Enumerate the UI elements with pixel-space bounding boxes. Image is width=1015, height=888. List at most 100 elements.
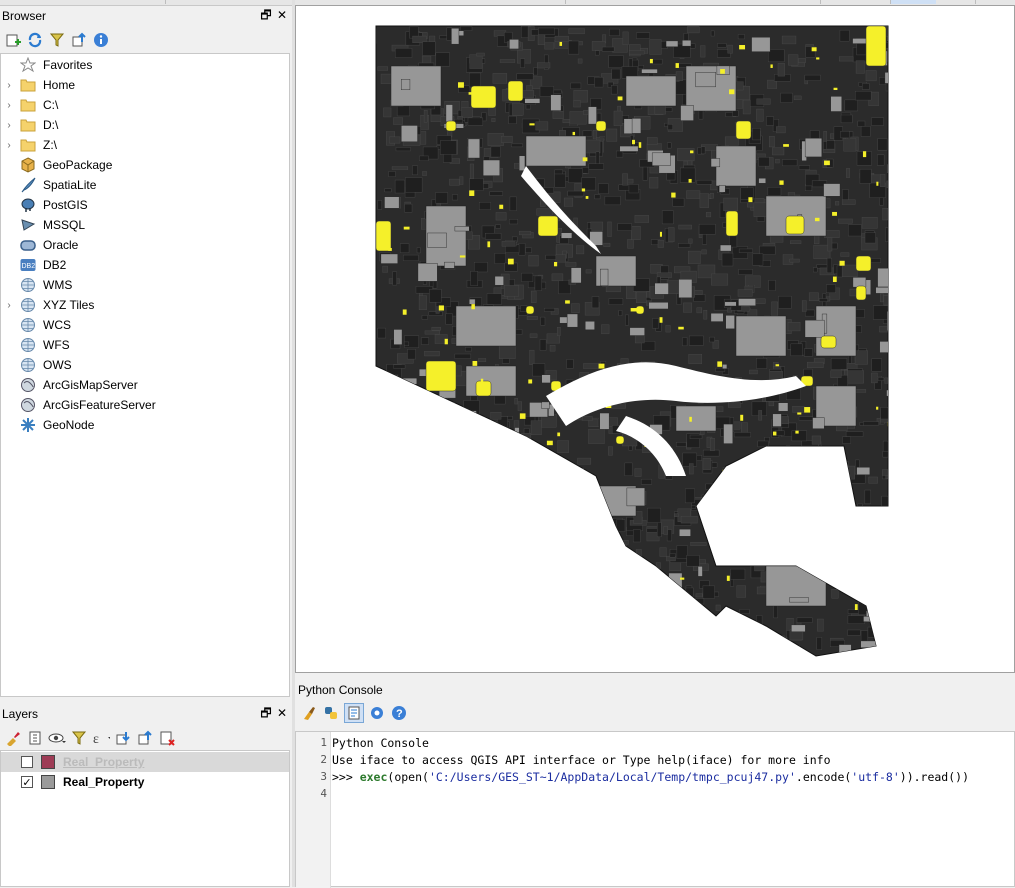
- highlighted-parcel: [581, 188, 586, 192]
- parcel: [627, 239, 634, 249]
- browser-item[interactable]: WFS: [1, 335, 289, 355]
- refresh-icon[interactable]: [26, 31, 44, 49]
- parcel: [399, 387, 411, 397]
- remove-layer-icon[interactable]: [158, 729, 176, 747]
- filter-legend-icon[interactable]: [70, 729, 88, 747]
- layers-title-label: Layers: [2, 707, 39, 721]
- layer-symbol-swatch[interactable]: [41, 775, 55, 789]
- browser-item[interactable]: DB2 DB2: [1, 255, 289, 275]
- browser-item[interactable]: › Z:\: [1, 135, 289, 155]
- clear-console-icon[interactable]: [300, 704, 318, 722]
- show-editor-icon[interactable]: [344, 703, 364, 723]
- expand-arrow-icon[interactable]: ›: [5, 300, 13, 311]
- parcel: [689, 434, 703, 439]
- browser-item[interactable]: ArcGisFeatureServer: [1, 395, 289, 415]
- parcel: [636, 32, 650, 39]
- parcel: [549, 476, 562, 487]
- line-number: 1: [320, 736, 327, 749]
- parcel: [523, 584, 539, 598]
- parcel: [494, 276, 504, 286]
- filter-by-expression-icon[interactable]: ε: [92, 729, 110, 747]
- spatialite-feather-icon: [19, 176, 37, 194]
- parcel: [763, 481, 772, 494]
- highlighted-parcel: [811, 47, 817, 52]
- collapse-all-icon[interactable]: [70, 31, 88, 49]
- parcel: [772, 649, 781, 656]
- browser-item[interactable]: WMS: [1, 275, 289, 295]
- code-string-path: 'C:/Users/GES_ST~1/AppData/Local/Temp/tm…: [428, 769, 796, 784]
- parcel: [385, 652, 390, 656]
- layer-symbol-swatch[interactable]: [41, 755, 55, 769]
- parcel: [474, 262, 488, 273]
- browser-item[interactable]: SpatiaLite: [1, 175, 289, 195]
- help-icon[interactable]: ?: [390, 704, 408, 722]
- open-layer-styling-icon[interactable]: [4, 729, 22, 747]
- float-panel-button[interactable]: 🗗: [260, 8, 272, 22]
- parcel: [865, 578, 877, 593]
- parcel: [551, 273, 564, 282]
- browser-item[interactable]: GeoNode: [1, 415, 289, 435]
- browser-item[interactable]: WCS: [1, 315, 289, 335]
- python-console-editor[interactable]: 1 Python Console 2 Use iface to access Q…: [295, 731, 1015, 888]
- browser-item[interactable]: › C:\: [1, 95, 289, 115]
- expand-arrow-icon[interactable]: ›: [5, 80, 13, 91]
- parcel: [723, 423, 733, 444]
- map-canvas[interactable]: [295, 5, 1015, 673]
- expand-all-icon[interactable]: [114, 729, 132, 747]
- close-panel-button[interactable]: ✕: [276, 706, 288, 720]
- browser-item[interactable]: › XYZ Tiles: [1, 295, 289, 315]
- parcel: [504, 520, 513, 533]
- expand-arrow-icon[interactable]: ›: [5, 120, 13, 131]
- float-panel-button[interactable]: 🗗: [260, 706, 272, 720]
- parcel: [770, 459, 775, 472]
- browser-item[interactable]: PostGIS: [1, 195, 289, 215]
- info-icon[interactable]: [92, 31, 110, 49]
- parcel: [880, 293, 884, 303]
- highlighted-parcel: [659, 231, 662, 237]
- parcel: [478, 605, 489, 618]
- parcel: [812, 267, 818, 273]
- highlighted-parcel: [824, 160, 830, 166]
- expand-arrow-icon[interactable]: ›: [5, 140, 13, 151]
- layer-row[interactable]: Real_Property: [1, 752, 289, 772]
- close-panel-button[interactable]: ✕: [276, 8, 288, 22]
- expand-arrow-icon[interactable]: ›: [5, 100, 13, 111]
- parcel: [520, 58, 525, 68]
- add-selected-layers-icon[interactable]: [4, 31, 22, 49]
- parcel: [871, 372, 878, 384]
- parcel: [696, 307, 703, 314]
- parcel: [799, 523, 806, 528]
- layer-visibility-checkbox[interactable]: [21, 756, 33, 768]
- parcel: [678, 279, 693, 298]
- line-number: 4: [320, 787, 327, 800]
- manage-visibility-icon[interactable]: [48, 729, 66, 747]
- import-class-icon[interactable]: [322, 704, 340, 722]
- parcel: [481, 495, 499, 508]
- browser-item[interactable]: MSSQL: [1, 215, 289, 235]
- collapse-all-icon[interactable]: [136, 729, 154, 747]
- parcel: [669, 561, 682, 572]
- parcel: [735, 519, 742, 535]
- browser-item[interactable]: › D:\: [1, 115, 289, 135]
- parcel: [611, 68, 621, 80]
- parcel: [558, 529, 575, 542]
- browser-item[interactable]: Favorites: [1, 55, 289, 75]
- settings-gear-icon[interactable]: [368, 704, 386, 722]
- parcel: [687, 26, 700, 34]
- browser-item[interactable]: Oracle: [1, 235, 289, 255]
- browser-item[interactable]: › Home: [1, 75, 289, 95]
- layer-visibility-checkbox[interactable]: ✓: [21, 776, 33, 789]
- browser-item[interactable]: GeoPackage: [1, 155, 289, 175]
- parcel: [435, 192, 448, 204]
- parcel: [493, 549, 500, 553]
- add-group-icon[interactable]: [26, 729, 44, 747]
- browser-item[interactable]: ArcGisMapServer: [1, 375, 289, 395]
- parcel: [695, 72, 716, 88]
- parcel: [402, 396, 419, 402]
- browser-item[interactable]: OWS: [1, 355, 289, 375]
- parcel: [762, 646, 773, 656]
- filter-icon[interactable]: [48, 31, 66, 49]
- layer-row[interactable]: ✓ Real_Property: [1, 772, 289, 792]
- parcel: [568, 40, 580, 55]
- parcel: [428, 482, 446, 503]
